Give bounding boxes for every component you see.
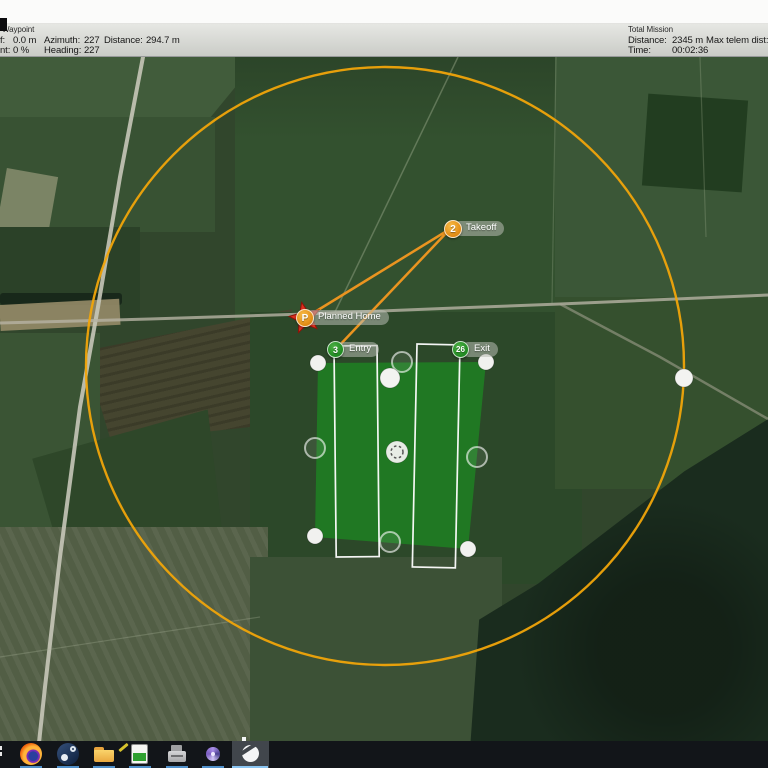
exit-badge[interactable]: 26	[452, 341, 469, 358]
survey-center-handle[interactable]	[386, 441, 408, 463]
vertex-handle[interactable]	[460, 541, 476, 557]
wp-distance-value: 294.7 m	[146, 35, 180, 46]
total-mission-section-title: Total Mission	[628, 25, 673, 34]
firefox-icon	[20, 743, 42, 765]
taskbar-printer-utility[interactable]	[159, 741, 195, 768]
taskbar-firefox[interactable]	[13, 741, 49, 768]
taskbar-image-editor[interactable]	[122, 741, 158, 768]
gradient-value: 0 %	[13, 45, 29, 56]
taskbar-qgroundcontrol[interactable]	[232, 741, 269, 768]
midpoint-handle[interactable]	[467, 447, 487, 467]
mission-time-label: Time:	[628, 45, 651, 56]
steam-icon	[57, 743, 79, 765]
window-fragment	[0, 18, 7, 31]
mission-overlay	[0, 57, 768, 768]
gradient-label: nt:	[0, 45, 10, 56]
taskbar-file-explorer[interactable]	[86, 741, 122, 768]
planned-home-badge[interactable]: P	[296, 309, 314, 327]
wp-distance-label: Distance:	[104, 35, 143, 46]
taskbar-steam[interactable]	[50, 741, 86, 768]
window-top-strip	[0, 0, 768, 24]
takeoff-badge[interactable]: 2	[444, 220, 462, 238]
midpoint-handle[interactable]	[305, 438, 325, 458]
satellite-map[interactable]: Takeoff 2 Planned Home P Entry 3 Exit 26	[0, 57, 768, 768]
mission-time-value: 00:02:36	[672, 45, 708, 56]
heading-label: Heading:	[44, 45, 81, 56]
entry-badge[interactable]: 3	[327, 341, 344, 358]
cropped-icon-fragment	[0, 746, 2, 750]
midpoint-handle[interactable]	[380, 532, 400, 552]
radius-handle[interactable]	[675, 369, 693, 387]
vertex-handle[interactable]	[307, 528, 323, 544]
vertex-handle[interactable]	[310, 355, 326, 371]
mission-status-toolbar: Waypoint f: 0.0 m Azimuth: 227 Distance:…	[0, 24, 768, 57]
taskbar-media-app[interactable]	[195, 741, 231, 768]
cropped-icon-fragment	[0, 752, 2, 756]
windows-taskbar	[0, 741, 768, 768]
heading-value: 227	[84, 45, 100, 56]
planned-home-label: Planned Home	[305, 310, 389, 325]
transect-drag-handle[interactable]	[380, 368, 400, 388]
max-telem-label: Max telem dist:	[706, 35, 768, 46]
